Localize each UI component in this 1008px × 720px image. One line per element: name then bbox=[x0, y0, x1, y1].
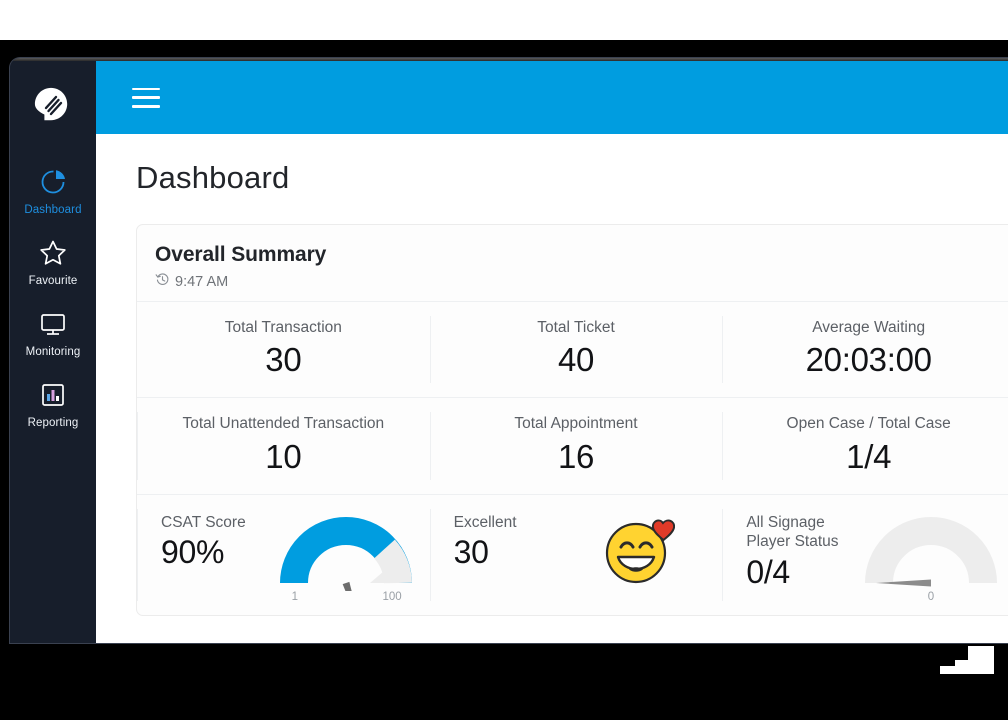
stat-label: Total Appointment bbox=[514, 415, 638, 433]
card-title: Overall Summary bbox=[155, 243, 327, 266]
sidebar-item-label: Monitoring bbox=[25, 346, 81, 358]
stat-value: 16 bbox=[557, 437, 595, 475]
sidebar-item-reporting[interactable]: Reporting bbox=[10, 368, 96, 439]
card-timestamp: 9:47 AM bbox=[155, 272, 997, 291]
stat-excellent: Excellent 30 bbox=[429, 493, 723, 615]
stat-value: 30 bbox=[265, 341, 302, 379]
summary-stat-grid: Total Transaction 30 Total Ticket 40 Ave… bbox=[137, 301, 1008, 615]
stat-value: 40 bbox=[557, 341, 595, 379]
sidebar-item-label: Favourite bbox=[28, 275, 78, 287]
stat-label: All Signage Player Status bbox=[746, 513, 838, 552]
card-time-text: 9:47 AM bbox=[175, 273, 229, 290]
csat-gauge: 1 100 bbox=[279, 509, 412, 605]
sidebar-item-dashboard[interactable]: Dashboard bbox=[10, 155, 96, 226]
page-title: Dashboard bbox=[136, 160, 290, 195]
stat-value: 1/4 bbox=[846, 437, 892, 475]
stat-open-case-total-case: Open Case / Total Case 1/4 bbox=[722, 397, 1008, 493]
stat-value: 90% bbox=[161, 534, 225, 571]
card-header: Overall Summary 9:47 AM bbox=[137, 243, 1008, 301]
sidebar-item-label: Reporting bbox=[27, 417, 79, 429]
gauge-min-tick: 0 bbox=[927, 590, 935, 603]
gauge-min-tick: 1 bbox=[291, 590, 299, 603]
stat-label-line2: Player Status bbox=[746, 533, 839, 551]
stat-label: Total Unattended Transaction bbox=[182, 415, 385, 433]
app-logo-icon[interactable] bbox=[34, 87, 72, 125]
sidebar-item-label: Dashboard bbox=[24, 204, 82, 216]
stat-label: CSAT Score bbox=[161, 513, 246, 531]
star-icon bbox=[38, 238, 68, 268]
stat-value: 10 bbox=[265, 437, 302, 475]
stat-csat-score: CSAT Score 90% 1 100 bbox=[137, 493, 430, 615]
corner-step-decoration bbox=[940, 666, 994, 674]
sidebar-item-favourite[interactable]: Favourite bbox=[10, 226, 96, 297]
stat-total-ticket: Total Ticket 40 bbox=[429, 301, 723, 397]
gauge-max-tick: 100 bbox=[382, 590, 402, 603]
stat-value: 20:03:00 bbox=[805, 341, 932, 379]
top-app-bar bbox=[96, 61, 1008, 134]
main-content: Dashboard Overall Summary 9:47 AM Total … bbox=[96, 61, 1008, 643]
stat-label: Open Case / Total Case bbox=[786, 415, 951, 433]
stat-total-transaction: Total Transaction 30 bbox=[137, 301, 430, 397]
stat-total-appointment: Total Appointment 16 bbox=[429, 397, 723, 493]
app-window: Dashboard Favourite Monitoring Reporting… bbox=[10, 58, 1008, 643]
bar-chart-icon bbox=[38, 380, 68, 410]
signage-gauge: 0 bbox=[864, 509, 997, 605]
sidebar: Dashboard Favourite Monitoring Reporting bbox=[10, 61, 96, 643]
stat-value: 0/4 bbox=[746, 553, 790, 590]
overall-summary-card: Overall Summary 9:47 AM Total Transactio… bbox=[136, 224, 1008, 616]
stat-total-unattended-transaction: Total Unattended Transaction 10 bbox=[137, 397, 430, 493]
screenshot-canvas: Dashboard Favourite Monitoring Reporting… bbox=[0, 0, 1008, 720]
stat-label: Average Waiting bbox=[812, 319, 926, 336]
stat-label-line1: All Signage bbox=[746, 513, 825, 531]
monitor-icon bbox=[38, 309, 68, 339]
stat-label: Excellent bbox=[453, 513, 517, 531]
history-clock-icon bbox=[155, 272, 170, 291]
stat-average-waiting: Average Waiting 20:03:00 bbox=[722, 301, 1008, 397]
sidebar-item-monitoring[interactable]: Monitoring bbox=[10, 297, 96, 368]
stat-label: Total Ticket bbox=[537, 319, 615, 336]
pie-chart-icon bbox=[38, 167, 68, 197]
smiling-face-with-heart-icon bbox=[601, 513, 676, 592]
stat-all-signage-player-status: All Signage Player Status 0/4 0 bbox=[722, 493, 1008, 615]
stat-value: 30 bbox=[453, 534, 489, 571]
hamburger-menu-icon[interactable] bbox=[132, 87, 160, 108]
stat-label: Total Transaction bbox=[224, 319, 342, 336]
